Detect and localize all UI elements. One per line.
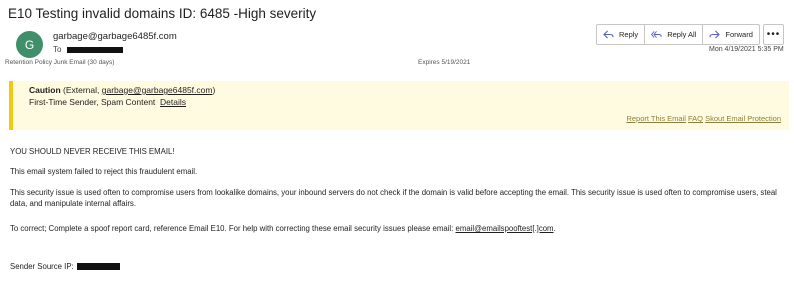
body-line-2: This email system failed to reject this … <box>10 167 198 176</box>
sender-address[interactable]: garbage@garbage6485f.com <box>53 31 177 42</box>
to-row: To <box>53 45 124 54</box>
caution-label: Caution <box>29 85 61 95</box>
caution-address-link[interactable]: garbage@garbage6485f.com <box>102 85 213 95</box>
reply-label: Reply <box>619 30 639 39</box>
reply-all-label: Reply All <box>667 30 697 39</box>
forward-button[interactable]: Forward <box>703 25 759 44</box>
reply-button[interactable]: Reply <box>597 25 646 44</box>
reasons-text: First-Time Sender, Spam Content <box>29 97 156 107</box>
redacted-recipient <box>67 46 124 53</box>
source-ip-label: Sender Source IP: <box>10 262 74 271</box>
caution-post: ) <box>212 85 216 95</box>
forward-icon <box>709 30 721 39</box>
email-subject: E10 Testing invalid domains ID: 6485 -Hi… <box>8 6 317 21</box>
reply-all-button[interactable]: Reply All <box>645 25 704 44</box>
body-line-4: To correct; Complete a spoof report card… <box>10 223 556 234</box>
protection-link[interactable]: Skout Email Protection <box>705 114 781 123</box>
body-line-1: YOU SHOULD NEVER RECEIVE THIS EMAIL! <box>10 147 175 156</box>
details-link[interactable]: Details <box>160 97 186 107</box>
caution-line: Caution (External, garbage@garbage6485f.… <box>29 85 215 95</box>
more-actions-button[interactable]: ••• <box>763 24 784 45</box>
forward-label: Forward <box>725 30 753 39</box>
retention-policy: Retention Policy Junk Email (30 days) <box>5 59 115 66</box>
sender-source-ip: Sender Source IP: <box>10 261 120 272</box>
caution-reasons: First-Time Sender, Spam Content Details <box>29 97 186 107</box>
more-icon: ••• <box>766 29 781 40</box>
body-line-4-post: . <box>553 224 556 233</box>
reply-all-icon <box>651 31 662 38</box>
avatar[interactable]: G <box>16 31 43 58</box>
caution-pre: (External, <box>60 85 102 95</box>
faq-link[interactable]: FAQ <box>688 114 703 123</box>
body-line-4-text: To correct; Complete a spoof report card… <box>10 224 456 233</box>
received-date: Mon 4/19/2021 5:35 PM <box>709 46 784 53</box>
body-line-3: This security issue is used often to com… <box>10 188 777 208</box>
reply-icon <box>603 30 614 39</box>
to-label: To <box>53 45 62 54</box>
redacted-ip <box>76 263 120 271</box>
banner-links: Report This Email FAQ Skout Email Protec… <box>626 114 781 123</box>
action-toolbar: Reply Reply All Forward <box>596 24 760 45</box>
caution-banner: Caution (External, garbage@garbage6485f.… <box>9 81 789 130</box>
spoof-email-link[interactable]: email@emailspooftest[.]com <box>456 224 554 233</box>
expires-label: Expires 5/19/2021 <box>418 59 471 66</box>
report-email-link[interactable]: Report This Email <box>626 114 685 123</box>
